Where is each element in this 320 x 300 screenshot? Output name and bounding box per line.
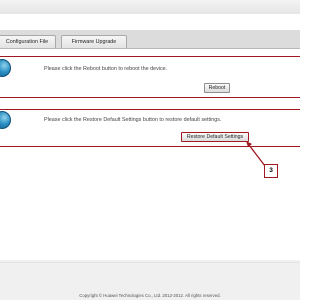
step-callout: 3: [264, 164, 278, 178]
footer-divider: [0, 262, 300, 263]
callout-arrow: [246, 141, 266, 167]
copyright-text: Copyright © Huawei Technologies Co., Ltd…: [79, 293, 221, 298]
